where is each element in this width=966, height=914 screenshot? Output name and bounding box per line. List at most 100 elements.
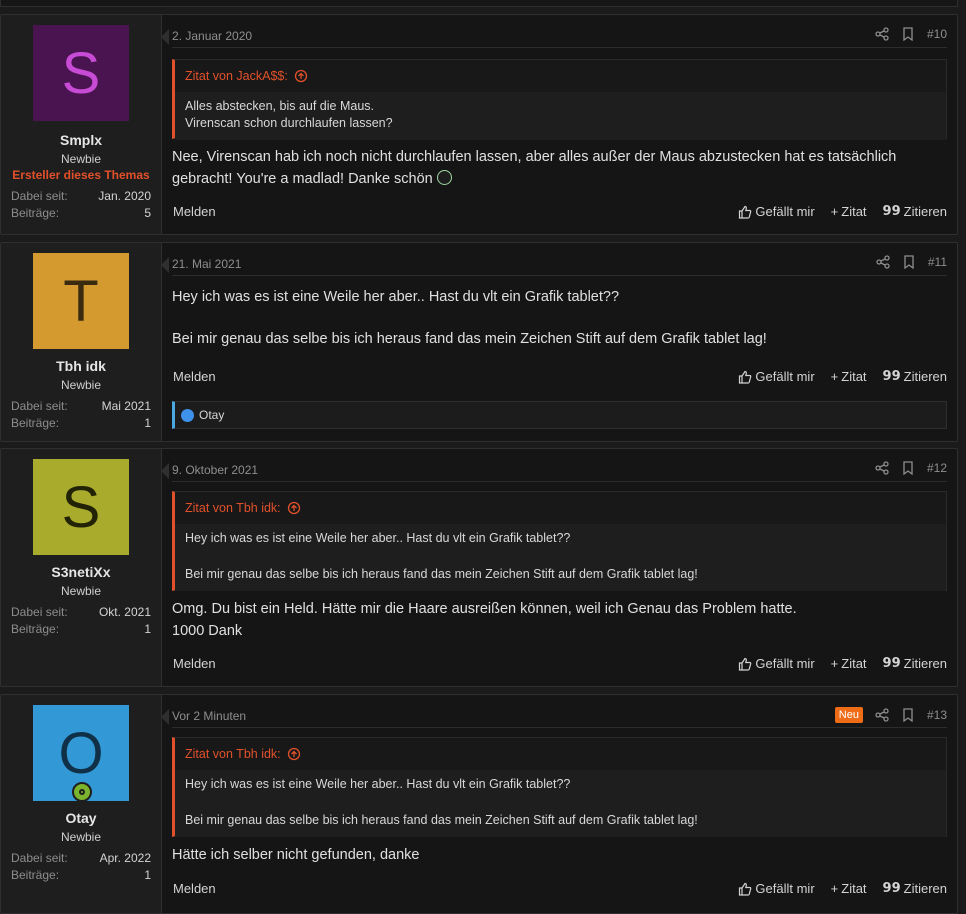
user-panel: S Smplx Newbie Ersteller dieses Themas D…: [1, 15, 162, 234]
report-link[interactable]: Melden: [173, 369, 216, 384]
quote-author: Zitat von Tbh idk:: [185, 747, 281, 761]
post-number[interactable]: #11: [928, 255, 947, 269]
username[interactable]: Smplx: [1, 132, 161, 148]
post-body: Omg. Du bist ein Held. Hätte mir die Haa…: [172, 598, 947, 642]
posts-stat: Beiträge: 5: [11, 206, 151, 220]
arrow-up-circle-icon[interactable]: [287, 747, 301, 761]
arrow-up-circle-icon[interactable]: [287, 501, 301, 515]
post-footer: Melden Gefällt mir + Zitat 99 Zitieren: [172, 879, 947, 899]
report-link[interactable]: Melden: [173, 656, 216, 671]
share-icon[interactable]: [875, 461, 889, 475]
quote-marks-icon: 99: [882, 369, 901, 384]
avatar-initial: S: [61, 40, 101, 106]
username[interactable]: S3netiXx: [1, 564, 161, 580]
bookmark-icon[interactable]: [902, 255, 916, 269]
report-link[interactable]: Melden: [173, 204, 216, 219]
body-line: Omg. Du bist ein Held. Hätte mir die Haa…: [172, 601, 797, 617]
avatar[interactable]: T: [33, 253, 129, 349]
joined-value: Jan. 2020: [98, 189, 151, 203]
quote-button[interactable]: + Zitat: [831, 881, 867, 896]
bookmark-icon[interactable]: [901, 27, 915, 41]
quote-header[interactable]: Zitat von JackA$$:: [175, 60, 946, 92]
like-label: Gefällt mir: [755, 656, 815, 671]
like-label: Gefällt mir: [755, 204, 815, 219]
post-date[interactable]: 21. Mai 2021: [172, 257, 241, 271]
quote-body: Hey ich was es ist eine Weile her aber..…: [175, 524, 946, 591]
avatar[interactable]: S: [33, 459, 129, 555]
joined-stat: Dabei seit: Mai 2021: [11, 399, 151, 413]
quote-header[interactable]: Zitat von Tbh idk:: [175, 738, 946, 770]
post-date[interactable]: 2. Januar 2020: [172, 29, 252, 43]
post-date[interactable]: 9. Oktober 2021: [172, 463, 258, 477]
avatar-initial: T: [63, 268, 99, 334]
reply-button[interactable]: 99 Zitieren: [883, 656, 947, 671]
post-header: 9. Oktober 2021 #12: [172, 461, 947, 482]
reply-label: Zitieren: [903, 204, 947, 219]
username[interactable]: Otay: [1, 810, 161, 826]
joined-stat: Dabei seit: Okt. 2021: [11, 605, 151, 619]
quote-author: Zitat von JackA$$:: [185, 69, 288, 83]
bookmark-icon[interactable]: [901, 708, 915, 722]
reactions-bar[interactable]: Otay: [172, 401, 947, 429]
reply-label: Zitieren: [903, 656, 947, 671]
user-panel: S S3netiXx Newbie Dabei seit: Okt. 2021 B…: [1, 449, 162, 686]
user-panel: O Otay Newbie Dabei seit: Apr. 2022 Beitr…: [1, 695, 162, 913]
post-date[interactable]: Vor 2 Minuten: [172, 709, 246, 723]
post-number[interactable]: #10: [927, 27, 947, 41]
post-header: 2. Januar 2020 #10: [172, 27, 947, 48]
reply-button[interactable]: 99 Zitieren: [883, 204, 947, 219]
quote-line: Virenscan schon durchlaufen lassen?: [185, 116, 393, 130]
quote-header[interactable]: Zitat von Tbh idk:: [175, 492, 946, 524]
like-button[interactable]: Gefällt mir: [738, 369, 815, 384]
like-label: Gefällt mir: [755, 369, 815, 384]
joined-label: Dabei seit:: [11, 851, 68, 865]
bookmark-icon[interactable]: [901, 461, 915, 475]
plus-icon: +: [830, 881, 839, 896]
plus-icon: +: [830, 369, 839, 384]
joined-label: Dabei seit:: [11, 189, 68, 203]
quote-line: Hey ich was es ist eine Weile her aber..…: [185, 531, 571, 545]
quote-line: Bei mir genau das selbe bis ich heraus f…: [185, 567, 698, 581]
posts-value: 1: [144, 622, 151, 636]
post-footer: Melden Gefällt mir + Zitat 99 Zitieren: [172, 367, 947, 387]
quote-label: Zitat: [841, 369, 867, 384]
report-link[interactable]: Melden: [173, 881, 216, 896]
like-reaction-icon: [181, 408, 194, 422]
post: S Smplx Newbie Ersteller dieses Themas D…: [0, 14, 958, 235]
reply-button[interactable]: 99 Zitieren: [883, 369, 947, 384]
quote-marks-icon: 99: [882, 881, 901, 896]
quote-button[interactable]: + Zitat: [831, 656, 867, 671]
user-title: Newbie: [60, 830, 102, 844]
posts-value: 1: [144, 416, 151, 430]
plus-icon: +: [830, 656, 839, 671]
share-icon[interactable]: [875, 27, 889, 41]
joined-value: Mai 2021: [101, 399, 151, 413]
share-icon[interactable]: [876, 255, 890, 269]
quote-body: Hey ich was es ist eine Weile her aber..…: [175, 770, 946, 837]
arrow-up-circle-icon[interactable]: [294, 69, 308, 83]
user-title: Newbie: [60, 378, 102, 392]
posts-value: 1: [144, 868, 151, 882]
like-button[interactable]: Gefällt mir: [738, 204, 815, 219]
joined-label: Dabei seit:: [11, 399, 68, 413]
post-number[interactable]: #12: [927, 461, 947, 475]
reaction-user[interactable]: Otay: [199, 408, 224, 422]
share-icon[interactable]: [875, 708, 889, 722]
like-button[interactable]: Gefällt mir: [738, 656, 815, 671]
user-title: Newbie: [60, 152, 102, 166]
quote-label: Zitat: [841, 204, 867, 219]
avatar[interactable]: S: [33, 25, 129, 121]
post-header: Vor 2 Minuten Neu #13: [172, 707, 947, 728]
username[interactable]: Tbh idk: [1, 358, 161, 374]
thumbs-up-icon: [739, 370, 752, 384]
like-button[interactable]: Gefällt mir: [738, 881, 815, 896]
reply-button[interactable]: 99 Zitieren: [883, 881, 947, 896]
previous-post-edge: [0, 0, 958, 7]
body-line: Bei mir genau das selbe bis ich heraus f…: [172, 331, 767, 347]
joined-value: Okt. 2021: [98, 605, 151, 619]
quote-button[interactable]: + Zitat: [831, 204, 867, 219]
quote-button[interactable]: + Zitat: [831, 369, 867, 384]
post-number[interactable]: #13: [927, 708, 947, 722]
quote-marks-icon: 99: [882, 204, 901, 219]
quote-block: Zitat von Tbh idk: Hey ich was es ist ei…: [172, 737, 947, 837]
